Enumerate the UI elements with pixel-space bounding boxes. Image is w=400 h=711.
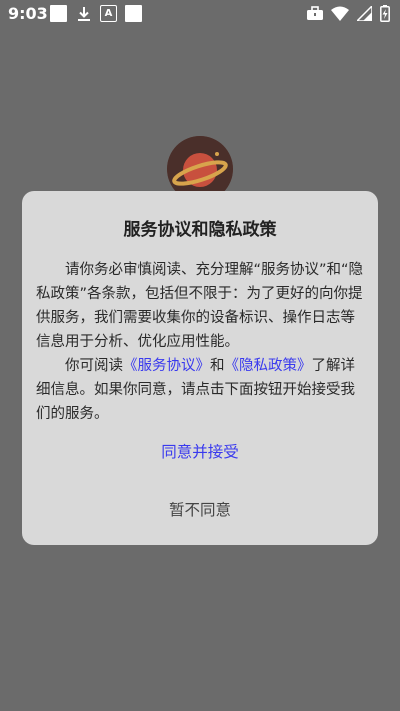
p2-prefix-text: 你可阅读 bbox=[65, 358, 123, 374]
status-bar: 9:03 A bbox=[0, 0, 400, 28]
status-right-icons bbox=[307, 4, 390, 26]
decline-button[interactable]: 暂不同意 bbox=[22, 498, 378, 520]
notification-square-icon bbox=[50, 5, 67, 22]
privacy-policy-link[interactable]: 《隐私政策》 bbox=[225, 358, 312, 374]
status-left-icons: A bbox=[50, 5, 142, 22]
privacy-dialog: 服务协议和隐私政策 请你务必审慎阅读、充分理解“服务协议”和“隐私政策”各条款，… bbox=[22, 191, 378, 545]
wifi-icon bbox=[331, 6, 349, 25]
text-a-icon: A bbox=[100, 5, 117, 22]
dialog-paragraph-intro: 请你务必审慎阅读、充分理解“服务协议”和“隐私政策”各条款，包括但不限于：为了更… bbox=[36, 262, 364, 350]
battery-charging-icon bbox=[380, 5, 390, 26]
signal-icon bbox=[355, 4, 373, 25]
dialog-title: 服务协议和隐私政策 bbox=[123, 220, 277, 240]
download-icon bbox=[75, 5, 92, 22]
notification-square-icon bbox=[125, 5, 142, 22]
briefcase-icon bbox=[307, 6, 323, 25]
dialog-paragraph-links: 你可阅读《服务协议》和《隐私政策》了解详细信息。如果你同意，请点击下面按钮开始接… bbox=[36, 354, 364, 426]
accept-button[interactable]: 同意并接受 bbox=[22, 440, 378, 462]
dialog-body: 请你务必审慎阅读、充分理解“服务协议”和“隐私政策”各条款，包括但不限于：为了更… bbox=[36, 258, 364, 426]
status-time: 9:03 bbox=[8, 4, 48, 23]
p2-and-text: 和 bbox=[210, 358, 225, 374]
service-agreement-link[interactable]: 《服务协议》 bbox=[123, 358, 210, 374]
